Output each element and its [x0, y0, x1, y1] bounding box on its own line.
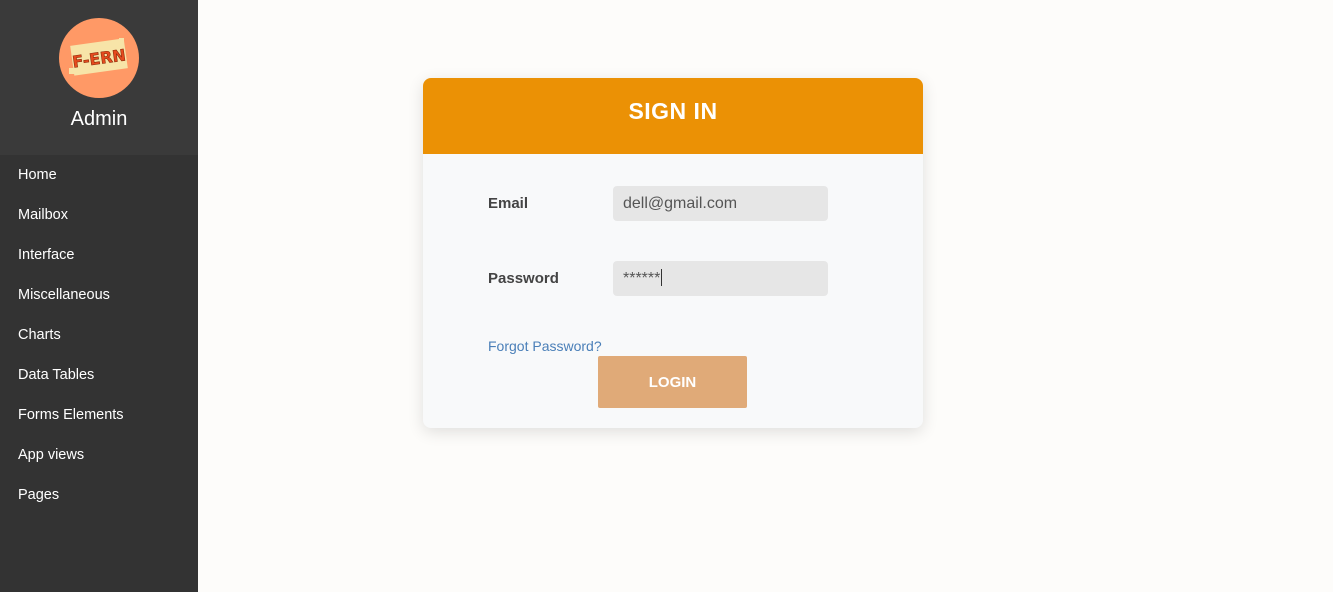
sidebar-item-charts[interactable]: Charts: [0, 315, 198, 355]
password-label: Password: [488, 270, 559, 287]
email-value: dell@gmail.com: [623, 195, 738, 212]
text-caret: [661, 269, 663, 286]
signin-card: SIGN IN Email dell@gmail.com Password **…: [423, 78, 923, 428]
sidebar-item-app-views[interactable]: App views: [0, 435, 198, 475]
profile-panel: F-ERN Admin: [0, 0, 198, 155]
sidebar-item-interface[interactable]: Interface: [0, 235, 198, 275]
signin-title: SIGN IN: [628, 97, 718, 124]
sidebar-item-data-tables[interactable]: Data Tables: [0, 355, 198, 395]
sidebar-nav: Home Mailbox Interface Miscellaneous Cha…: [0, 155, 198, 515]
sidebar-item-mailbox[interactable]: Mailbox: [0, 195, 198, 235]
sidebar-item-pages[interactable]: Pages: [0, 475, 198, 515]
sidebar-item-miscellaneous[interactable]: Miscellaneous: [0, 275, 198, 315]
sidebar: F-ERN Admin Home Mailbox Interface Misce…: [0, 0, 198, 592]
password-value: ******: [623, 270, 661, 287]
admin-name: Admin: [70, 108, 128, 130]
password-field[interactable]: ******: [613, 261, 828, 296]
email-label: Email: [488, 195, 529, 212]
signin-header: SIGN IN: [423, 78, 923, 154]
sidebar-item-home[interactable]: Home: [0, 155, 198, 195]
login-button[interactable]: LOGIN: [598, 356, 747, 408]
forgot-password-link[interactable]: Forgot Password?: [488, 338, 602, 354]
brand-logo: F-ERN: [59, 18, 139, 98]
email-field[interactable]: dell@gmail.com: [613, 186, 828, 221]
sidebar-item-forms-elements[interactable]: Forms Elements: [0, 395, 198, 435]
